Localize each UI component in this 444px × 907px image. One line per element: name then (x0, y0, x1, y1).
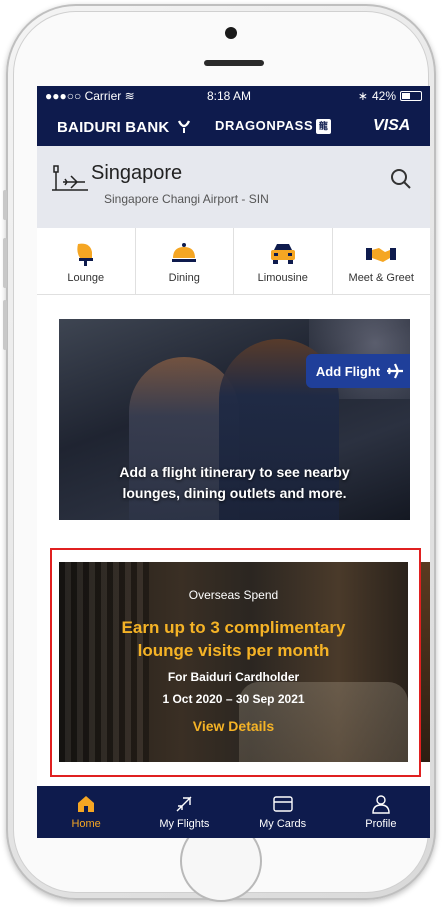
add-flight-banner[interactable]: Add Flight Add a flight itinerary to see… (59, 319, 410, 520)
view-details-link[interactable]: View Details (59, 718, 408, 734)
status-bar: ●●●○○ Carrier ≋ 8:18 AM ∗ 42% (37, 86, 430, 106)
card-icon (272, 796, 293, 812)
earpiece-speaker (204, 60, 264, 66)
lounge-chair-icon (77, 243, 93, 266)
status-right: ∗ 42% (358, 89, 422, 103)
brand-bar: BAIDURI BANK DRAGONPASS 龍 VISA (37, 106, 430, 146)
tab-my-cards[interactable]: My Cards (234, 786, 332, 838)
service-label: Limousine (257, 272, 308, 284)
city-name: Singapore (91, 162, 183, 184)
location-header: Singapore Singapore Changi Airport - SIN (37, 146, 430, 228)
promo-audience: For Baiduri Cardholder (167, 670, 300, 684)
carrier-label: ●●●○○ Carrier ≋ (45, 89, 135, 103)
promo-headline: Earn up to 3 complimentary lounge visits… (59, 616, 408, 662)
services-row: Lounge Dining Limousine Meet & Greet (37, 228, 430, 295)
promo-banner[interactable]: Overseas Spend Earn up to 3 complimentar… (59, 562, 408, 762)
volume-down-button (3, 300, 7, 350)
service-label: Lounge (67, 272, 105, 284)
front-camera (225, 27, 237, 39)
tab-label: My Flights (159, 818, 210, 830)
service-meet-greet[interactable]: Meet & Greet (333, 228, 431, 294)
silent-switch (3, 190, 7, 220)
plane-icon (387, 363, 404, 379)
visa-logo: VISA (373, 117, 411, 134)
wifi-icon: ≋ (124, 89, 135, 103)
service-lounge[interactable]: Lounge (37, 228, 136, 294)
next-banner-peek[interactable] (421, 562, 430, 762)
service-limousine[interactable]: Limousine (234, 228, 333, 294)
tab-label: My Cards (259, 818, 307, 830)
tab-profile[interactable]: Profile (332, 786, 430, 838)
service-dining[interactable]: Dining (136, 228, 234, 294)
volume-up-button (3, 238, 7, 288)
status-time: 8:18 AM (207, 89, 252, 103)
airport-name: Singapore Changi Airport - SIN (104, 192, 269, 206)
dragonpass-logo: DRAGONPASS 龍 (215, 118, 332, 135)
service-label: Dining (168, 272, 200, 284)
service-label: Meet & Greet (348, 272, 414, 284)
add-flight-label: Add Flight (315, 363, 381, 379)
message-line: Add a flight itinerary to see nearby (119, 464, 350, 480)
promo-dates: 1 Oct 2020 – 30 Sep 2021 (162, 692, 305, 706)
battery-icon (400, 91, 422, 101)
tab-my-flights[interactable]: My Flights (135, 786, 233, 838)
tab-label: Profile (365, 818, 397, 830)
message-line: lounges, dining outlets and more. (122, 485, 347, 501)
battery-percent: 42% (371, 89, 396, 103)
tab-bar: Home My Flights My Cards Profile (37, 786, 430, 838)
app-screen: ●●●○○ Carrier ≋ 8:18 AM ∗ 42% BAIDURI BA… (37, 86, 430, 838)
headline-line: lounge visits per month (137, 641, 330, 660)
search-icon[interactable] (390, 168, 412, 190)
person-icon (372, 795, 390, 814)
headline-line: Earn up to 3 complimentary (121, 618, 346, 637)
promo-eyebrow: Overseas Spend (188, 588, 279, 602)
baiduri-bank-logo: BAIDURI BANK (57, 118, 192, 136)
bluetooth-icon: ∗ (357, 89, 368, 103)
dragonpass-mark: 龍 (316, 119, 332, 135)
handshake-icon (366, 248, 397, 262)
tab-label: Home (71, 818, 101, 830)
baiduri-mark-icon (177, 120, 190, 133)
add-flight-button[interactable]: Add Flight (306, 354, 410, 388)
tab-home[interactable]: Home (37, 786, 135, 838)
car-icon (270, 244, 295, 264)
dining-cloche-icon (172, 243, 197, 262)
airport-tower-icon (52, 165, 88, 191)
add-flight-message: Add a flight itinerary to see nearby lou… (59, 462, 410, 504)
plane-icon (176, 796, 192, 812)
home-icon (78, 796, 95, 812)
